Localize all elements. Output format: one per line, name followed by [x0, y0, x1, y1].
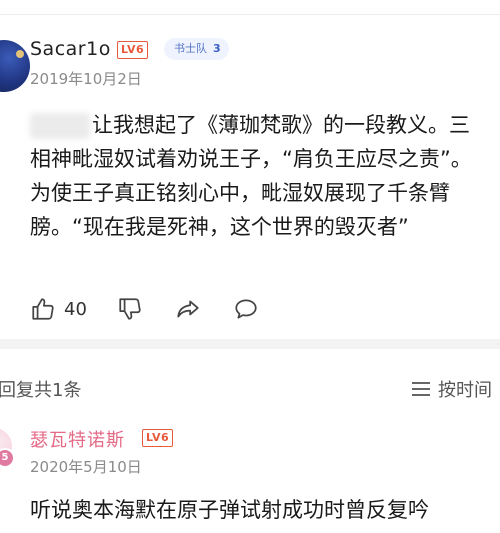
group-badge-count: 3: [213, 42, 221, 55]
avatar-badge: 5: [0, 448, 15, 468]
group-badge-label: 书士队: [174, 42, 207, 55]
top-divider: [0, 14, 500, 15]
thumb-down-icon: [119, 298, 141, 320]
like-count: 40: [64, 298, 87, 320]
comment-icon: [235, 299, 257, 319]
redacted-text: [30, 113, 90, 139]
replies-header: 回复共1条 按时间: [0, 372, 500, 402]
reply-content: 听说奥本海默在原子弹试射成功时曾反复吟: [30, 498, 429, 522]
reply-username[interactable]: 瑟瓦特诺斯: [30, 426, 125, 452]
thumb-up-icon: [32, 298, 54, 320]
share-button[interactable]: [175, 294, 201, 324]
post-date: 2019年10月2日: [30, 70, 142, 88]
post-actions: 40: [30, 294, 480, 324]
level-badge: LV6: [117, 41, 149, 59]
sort-icon: [412, 382, 430, 396]
section-divider: [0, 339, 500, 349]
avatar[interactable]: [0, 40, 30, 92]
reply-date: 2020年5月10日: [30, 458, 142, 476]
reply-level-badge: LV6: [142, 429, 174, 447]
sort-button[interactable]: 按时间: [412, 376, 492, 402]
post-content: 让我想起了《薄珈梵歌》的一段教义。三相神毗湿奴试着劝说王子，“肩负王应尽之责”。…: [30, 108, 485, 244]
reply-avatar[interactable]: 5: [0, 428, 15, 468]
post-username[interactable]: Sacar1o: [30, 38, 111, 60]
sort-label: 按时间: [438, 380, 492, 401]
reply-count: 回复共1条: [0, 380, 82, 401]
group-badge[interactable]: 书士队 3: [164, 38, 229, 60]
comment-button[interactable]: [233, 294, 259, 324]
share-icon: [177, 300, 199, 318]
dislike-button[interactable]: [117, 294, 143, 324]
like-button[interactable]: 40: [30, 294, 87, 324]
post-text: 让我想起了《薄珈梵歌》的一段教义。三相神毗湿奴试着劝说王子，“肩负王应尽之责”。…: [30, 113, 472, 239]
